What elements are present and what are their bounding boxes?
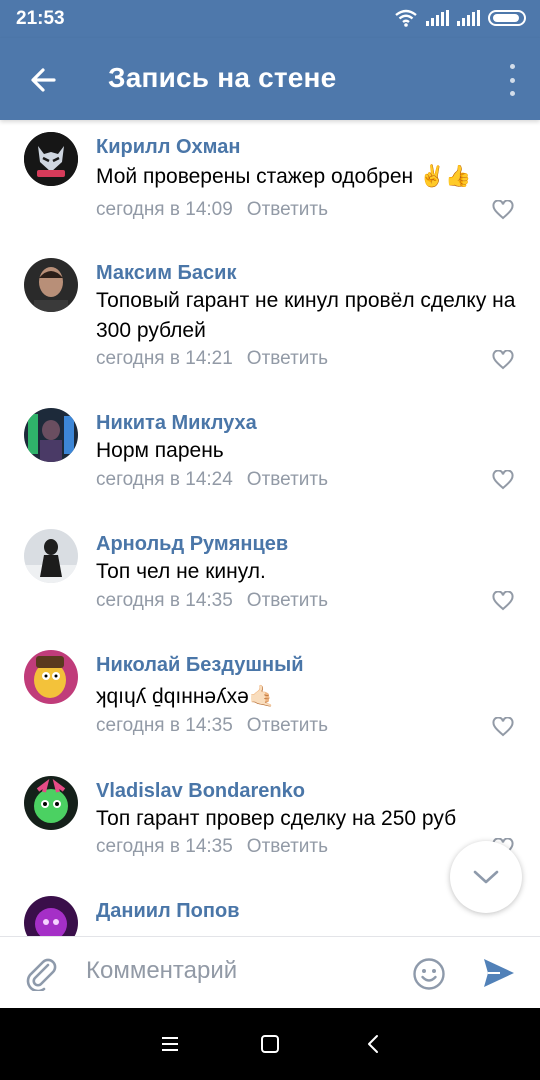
heart-icon[interactable]: [492, 717, 514, 737]
avatar[interactable]: [24, 258, 78, 312]
avatar[interactable]: [24, 529, 78, 583]
reply-button[interactable]: Ответить: [247, 590, 328, 611]
comment-time: сегодня в 14:21: [96, 348, 233, 369]
comment-text: Топ чел не кинул.: [96, 560, 266, 583]
back-arrow-icon[interactable]: [24, 60, 64, 100]
battery-icon: [488, 10, 526, 26]
avatar[interactable]: [24, 650, 78, 704]
comment-author[interactable]: Даниил Попов: [96, 900, 240, 923]
comment-time: сегодня в 14:35: [96, 715, 233, 736]
home-icon[interactable]: [258, 1032, 282, 1056]
comment-item: Кирилл Охман Мой проверены стажер одобре…: [0, 120, 540, 240]
comment-item: Николай Бездушный ʞqıɥʎ ḏqıннǝʎхǝ🤙🏻 сего…: [0, 632, 540, 758]
chevron-down-icon: [473, 870, 499, 884]
comment-item: Максим Басик Топовый гарант не кинул про…: [0, 240, 540, 390]
signal-icon-2: [457, 10, 480, 26]
comment-author[interactable]: Никита Миклуха: [96, 412, 257, 435]
comment-meta: сегодня в 14:09 Ответить: [96, 199, 328, 221]
reply-button[interactable]: Ответить: [247, 836, 328, 857]
comments-list[interactable]: Кирилл Охман Мой проверены стажер одобре…: [0, 120, 540, 936]
comment-meta: сегодня в 14:35 Ответить: [96, 590, 328, 612]
comment-author[interactable]: Vladislav Bondarenko: [96, 780, 305, 803]
heart-icon[interactable]: [492, 591, 514, 611]
comment-author[interactable]: Николай Бездушный: [96, 654, 304, 677]
signal-icon: [426, 10, 449, 26]
comment-item: Арнольд Румянцев Топ чел не кинул. сегод…: [0, 511, 540, 632]
reply-button[interactable]: Ответить: [247, 469, 328, 490]
avatar-photo: [24, 529, 78, 583]
status-bar: 21:53: [0, 0, 540, 38]
avatar[interactable]: [24, 408, 78, 462]
comment-author[interactable]: Арнольд Румянцев: [96, 533, 288, 556]
reply-button[interactable]: Ответить: [247, 715, 328, 736]
comment-text: Мой проверены стажер одобрен ✌️👍: [96, 165, 472, 188]
paperclip-icon[interactable]: [24, 955, 58, 991]
comment-time: сегодня в 14:24: [96, 469, 233, 490]
avatar[interactable]: [24, 896, 78, 936]
avatar-photo: [24, 258, 78, 312]
comment-meta: сегодня в 14:35 Ответить: [96, 836, 328, 858]
more-menu-icon[interactable]: [506, 64, 518, 96]
comment-time: сегодня в 14:35: [96, 590, 233, 611]
comment-text: Топовый гарант не кинул провёл сделку на…: [96, 289, 516, 342]
reply-button[interactable]: Ответить: [247, 199, 328, 220]
page-title: Запись на стене: [108, 62, 337, 93]
app-bar: Запись на стене: [0, 38, 540, 120]
heart-icon[interactable]: [492, 200, 514, 220]
comment-text: Норм парень: [96, 439, 224, 462]
reply-button[interactable]: Ответить: [247, 348, 328, 369]
comment-composer: Комментарий: [0, 936, 540, 1008]
scroll-down-button[interactable]: [450, 841, 522, 913]
avatar[interactable]: [24, 132, 78, 186]
wifi-icon: [395, 9, 417, 27]
comment-author[interactable]: Кирилл Охман: [96, 136, 240, 159]
avatar-cartoon: [24, 650, 78, 704]
avatar-photo: [24, 408, 78, 462]
menu-icon[interactable]: [158, 1032, 182, 1056]
comment-author[interactable]: Максим Басик: [96, 262, 236, 285]
send-icon[interactable]: [482, 957, 516, 989]
comment-meta: сегодня в 14:21 Ответить: [96, 348, 328, 370]
comment-meta: сегодня в 14:35 Ответить: [96, 715, 328, 737]
avatar-cartoon: [24, 896, 78, 936]
comment-time: сегодня в 14:09: [96, 199, 233, 220]
comment-text: ʞqıɥʎ ḏqıннǝʎхǝ🤙🏻: [96, 685, 275, 708]
back-icon[interactable]: [362, 1032, 386, 1056]
emoji-icon[interactable]: [412, 957, 446, 991]
status-icons: [394, 9, 526, 27]
avatar-cartoon: [24, 776, 78, 830]
comment-item: Никита Миклуха Норм парень сегодня в 14:…: [0, 390, 540, 511]
status-time: 21:53: [16, 8, 65, 29]
heart-icon[interactable]: [492, 350, 514, 370]
system-nav-bar: [0, 1008, 540, 1080]
avatar-wolf-logo: [24, 132, 78, 186]
comment-meta: сегодня в 14:24 Ответить: [96, 469, 328, 491]
avatar[interactable]: [24, 776, 78, 830]
comment-input[interactable]: Комментарий: [86, 957, 237, 985]
heart-icon[interactable]: [492, 470, 514, 490]
comment-text: Топ гарант провер сделку на 250 руб: [96, 807, 457, 830]
comment-time: сегодня в 14:35: [96, 836, 233, 857]
